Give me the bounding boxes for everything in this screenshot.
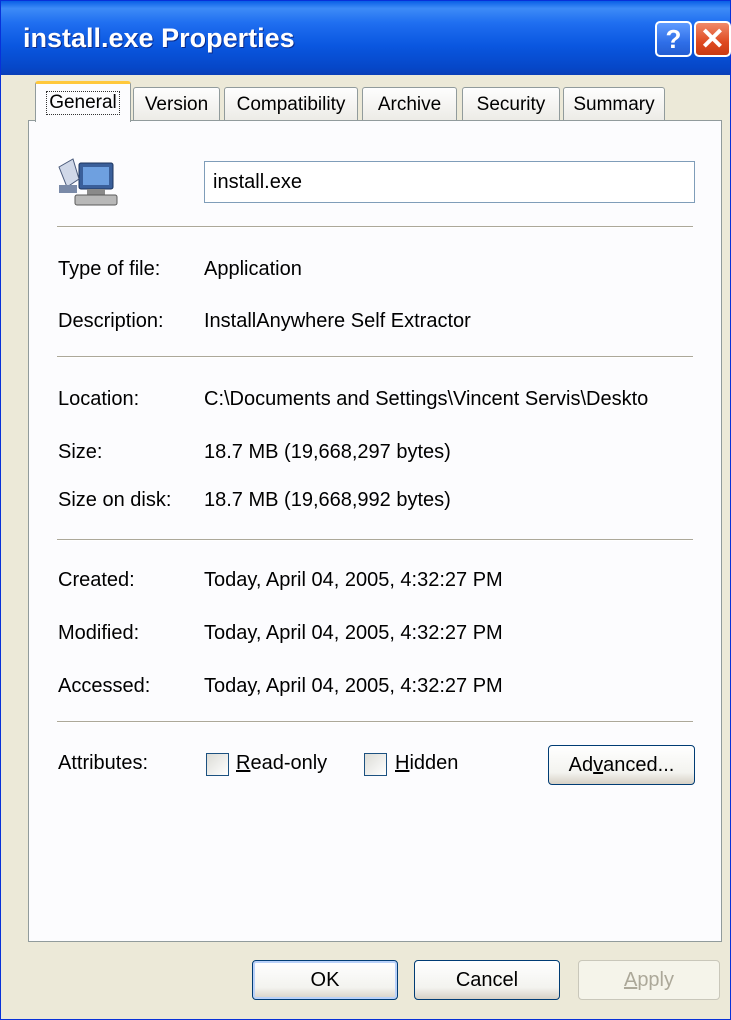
size-label: Size:: [58, 441, 103, 463]
ok-button[interactable]: OK: [252, 960, 398, 1000]
location-label: Location:: [58, 388, 140, 410]
tab-version[interactable]: Version: [133, 87, 220, 121]
properties-dialog: install.exe Properties ? ✕ General Versi…: [0, 0, 731, 1020]
cancel-button[interactable]: Cancel: [414, 960, 560, 1000]
help-button[interactable]: ?: [655, 21, 692, 57]
description-label: Description:: [58, 310, 164, 332]
accessed-value: Today, April 04, 2005, 4:32:27 PM: [204, 675, 503, 697]
read-only-label[interactable]: Read-only: [236, 752, 327, 775]
close-button[interactable]: ✕: [694, 21, 731, 57]
tab-compatibility[interactable]: Compatibility: [224, 87, 358, 121]
file-name-input[interactable]: install.exe: [204, 161, 695, 203]
size-on-disk-value: 18.7 MB (19,668,992 bytes): [204, 489, 451, 511]
tab-security[interactable]: Security: [462, 87, 560, 121]
location-value: C:\Documents and Settings\Vincent Servis…: [204, 388, 649, 410]
separator: [57, 539, 693, 541]
accessed-label: Accessed:: [58, 675, 151, 697]
separator: [57, 356, 693, 358]
created-value: Today, April 04, 2005, 4:32:27 PM: [204, 569, 503, 591]
separator: [57, 226, 693, 228]
close-icon: ✕: [699, 22, 726, 56]
tab-archive[interactable]: Archive: [362, 87, 457, 121]
application-computer-icon: [58, 158, 118, 206]
type-of-file-value: Application: [204, 258, 302, 280]
size-on-disk-label: Size on disk:: [58, 489, 172, 511]
modified-label: Modified:: [58, 622, 140, 644]
type-of-file-label: Type of file:: [58, 258, 161, 280]
attributes-label: Attributes:: [58, 752, 149, 774]
tab-general[interactable]: General: [35, 81, 131, 122]
modified-value: Today, April 04, 2005, 4:32:27 PM: [204, 622, 503, 644]
created-label: Created:: [58, 569, 135, 591]
advanced-button[interactable]: Ad v anced...: [548, 745, 695, 785]
window-title: install.exe Properties: [23, 23, 295, 53]
read-only-checkbox[interactable]: [206, 753, 229, 776]
separator: [57, 721, 693, 723]
apply-button[interactable]: Apply: [578, 960, 720, 1000]
general-tab-panel: install.exe Type of file: Application De…: [28, 120, 722, 942]
size-value: 18.7 MB (19,668,297 bytes): [204, 441, 451, 463]
tab-summary[interactable]: Summary: [563, 87, 665, 121]
hidden-checkbox[interactable]: [364, 753, 387, 776]
hidden-label[interactable]: Hidden: [395, 752, 458, 775]
help-icon: ?: [665, 23, 682, 54]
title-bar[interactable]: install.exe Properties ? ✕: [1, 1, 731, 75]
description-value: InstallAnywhere Self Extractor: [204, 310, 471, 332]
